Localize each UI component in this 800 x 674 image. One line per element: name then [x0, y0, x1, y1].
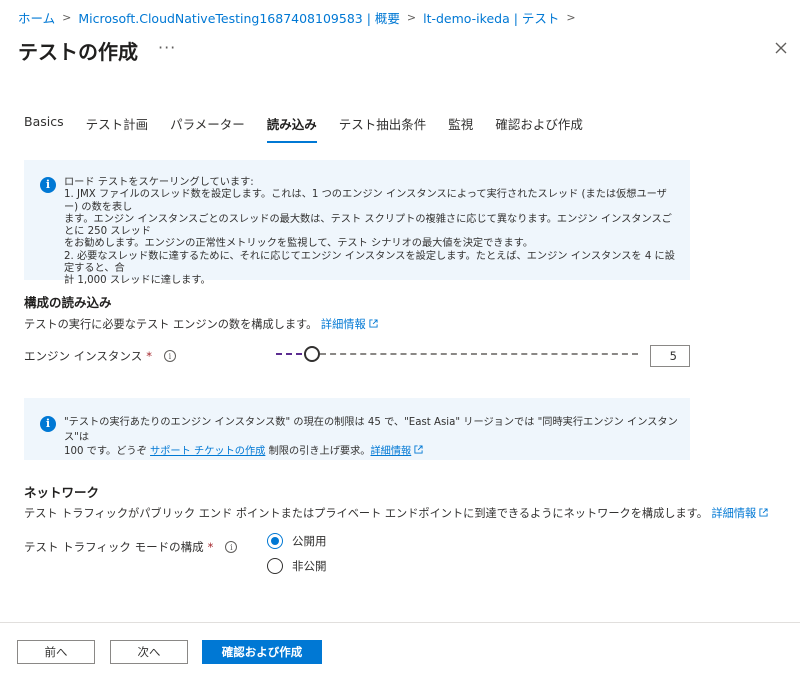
network-heading: ネットワーク [24, 485, 100, 500]
radio-label: 公開用 [292, 534, 327, 548]
traffic-mode-private-radio[interactable]: 非公開 [267, 558, 327, 574]
network-learn-more-link[interactable]: 詳細情報 [711, 507, 768, 520]
load-config-description-text: テストの実行に必要なテスト エンジンの数を構成します。 [24, 318, 318, 331]
engine-instances-input[interactable] [650, 345, 690, 367]
slider-track [320, 353, 638, 355]
scaling-info-line: 1. JMX ファイルのスレッド数を設定します。これは、1 つのエンジン インス… [64, 189, 667, 213]
info-icon: i [40, 416, 56, 432]
footer-divider [0, 622, 800, 623]
external-link-icon [369, 319, 378, 328]
limit-info-line1: "テストの実行あたりのエンジン インスタンス数" の現在の制限は 45 で、"E… [64, 417, 678, 443]
load-config-learn-more-link[interactable]: 詳細情報 [321, 318, 378, 331]
traffic-mode-label-text: テスト トラフィック モードの構成 [24, 540, 204, 554]
limit-info-prefix: 100 です。どうぞ [64, 446, 147, 457]
network-description: テスト トラフィックがパブリック エンド ポイントまたはプライベート エンドポイ… [24, 505, 768, 521]
scaling-info-line: ます。エンジン インスタンスごとのスレッドの最大数は、テスト スクリプトの複雑さ… [64, 213, 672, 238]
chevron-right-icon: > [62, 11, 72, 24]
required-marker: * [146, 349, 152, 363]
network-description-text: テスト トラフィックがパブリック エンド ポイントまたはプライベート エンドポイ… [24, 507, 708, 520]
info-tooltip-icon[interactable]: i [225, 541, 238, 553]
tab-parameters[interactable]: パラメーター [170, 114, 245, 143]
tab-load[interactable]: 読み込み [266, 114, 317, 143]
scaling-info-box: i ロード テストをスケーリングしています: 1. JMX ファイルのスレッド数… [24, 160, 690, 286]
info-icon: i [40, 177, 56, 193]
breadcrumb-tests[interactable]: lt-demo-ikeda | テスト [423, 8, 559, 27]
load-config-description: テストの実行に必要なテスト エンジンの数を構成します。 詳細情報 [24, 316, 378, 332]
slider-thumb[interactable] [304, 346, 320, 362]
radio-circle[interactable] [267, 533, 283, 549]
scaling-info-line: ロード テストをスケーリングしています: [64, 177, 254, 188]
engine-instances-label-text: エンジン インスタンス [24, 349, 143, 363]
page-title: テストの作成 [18, 40, 138, 64]
scaling-info-line: 計 1,000 スレッドに達します。 [64, 275, 211, 287]
external-link-icon [759, 508, 768, 517]
external-link-icon [414, 445, 423, 454]
load-config-heading: 構成の読み込み [24, 295, 112, 310]
limit-info-box: i "テストの実行あたりのエンジン インスタンス数" の現在の制限は 45 で、… [24, 398, 690, 460]
breadcrumb-home[interactable]: ホーム [18, 8, 55, 27]
support-ticket-link[interactable]: サポート チケットの作成 [150, 446, 265, 457]
info-tooltip-icon[interactable]: i [163, 350, 176, 362]
limit-info-line2: 100 です。どうぞ サポート チケットの作成 制限の引き上げ要求。詳細情報 [64, 445, 678, 460]
chevron-right-icon: > [406, 11, 417, 24]
radio-label: 非公開 [292, 559, 327, 573]
limit-info-middle: 制限の引き上げ要求。 [268, 446, 371, 457]
breadcrumb: ホーム > Microsoft.CloudNativeTesting168740… [18, 8, 583, 27]
scaling-info-line: 2. 必要なスレッド数に達するために、それに応じてエンジン インスタンスを設定し… [64, 250, 675, 275]
tab-basics[interactable]: Basics [24, 114, 64, 143]
scaling-info-text: ロード テストをスケーリングしています: 1. JMX ファイルのスレッド数を設… [64, 177, 678, 286]
required-marker: * [207, 540, 214, 554]
traffic-mode-label: テスト トラフィック モードの構成 * i [24, 539, 238, 555]
previous-button[interactable]: 前へ [17, 640, 95, 664]
traffic-mode-public-radio[interactable]: 公開用 [267, 533, 327, 549]
engine-instances-label: エンジン インスタンス * i [24, 348, 176, 364]
scaling-info-line: をお勧めします。エンジンの正常性メトリックを監視して、テスト シナリオの最大値を… [64, 238, 534, 250]
tab-monitoring[interactable]: 監視 [448, 114, 473, 143]
close-icon[interactable] [773, 40, 789, 56]
limit-info-text: "テストの実行あたりのエンジン インスタンス数" の現在の制限は 45 で、"E… [64, 416, 678, 460]
engine-instances-slider[interactable] [276, 346, 638, 362]
tab-test-criteria[interactable]: テスト抽出条件 [339, 114, 427, 143]
tab-review-create[interactable]: 確認および作成 [495, 114, 583, 143]
review-create-button[interactable]: 確認および作成 [202, 640, 322, 664]
limit-learn-more-link[interactable]: 詳細情報 [370, 446, 411, 457]
more-options-icon[interactable]: ··· [158, 38, 176, 57]
tab-test-plan[interactable]: テスト計画 [86, 114, 149, 143]
next-button[interactable]: 次へ [110, 640, 188, 664]
wizard-tabs: Basics テスト計画 パラメーター 読み込み テスト抽出条件 監視 確認およ… [24, 114, 605, 143]
radio-circle[interactable] [267, 558, 283, 574]
chevron-right-icon: > [566, 11, 576, 24]
breadcrumb-resource-overview[interactable]: Microsoft.CloudNativeTesting168740810958… [78, 8, 400, 27]
